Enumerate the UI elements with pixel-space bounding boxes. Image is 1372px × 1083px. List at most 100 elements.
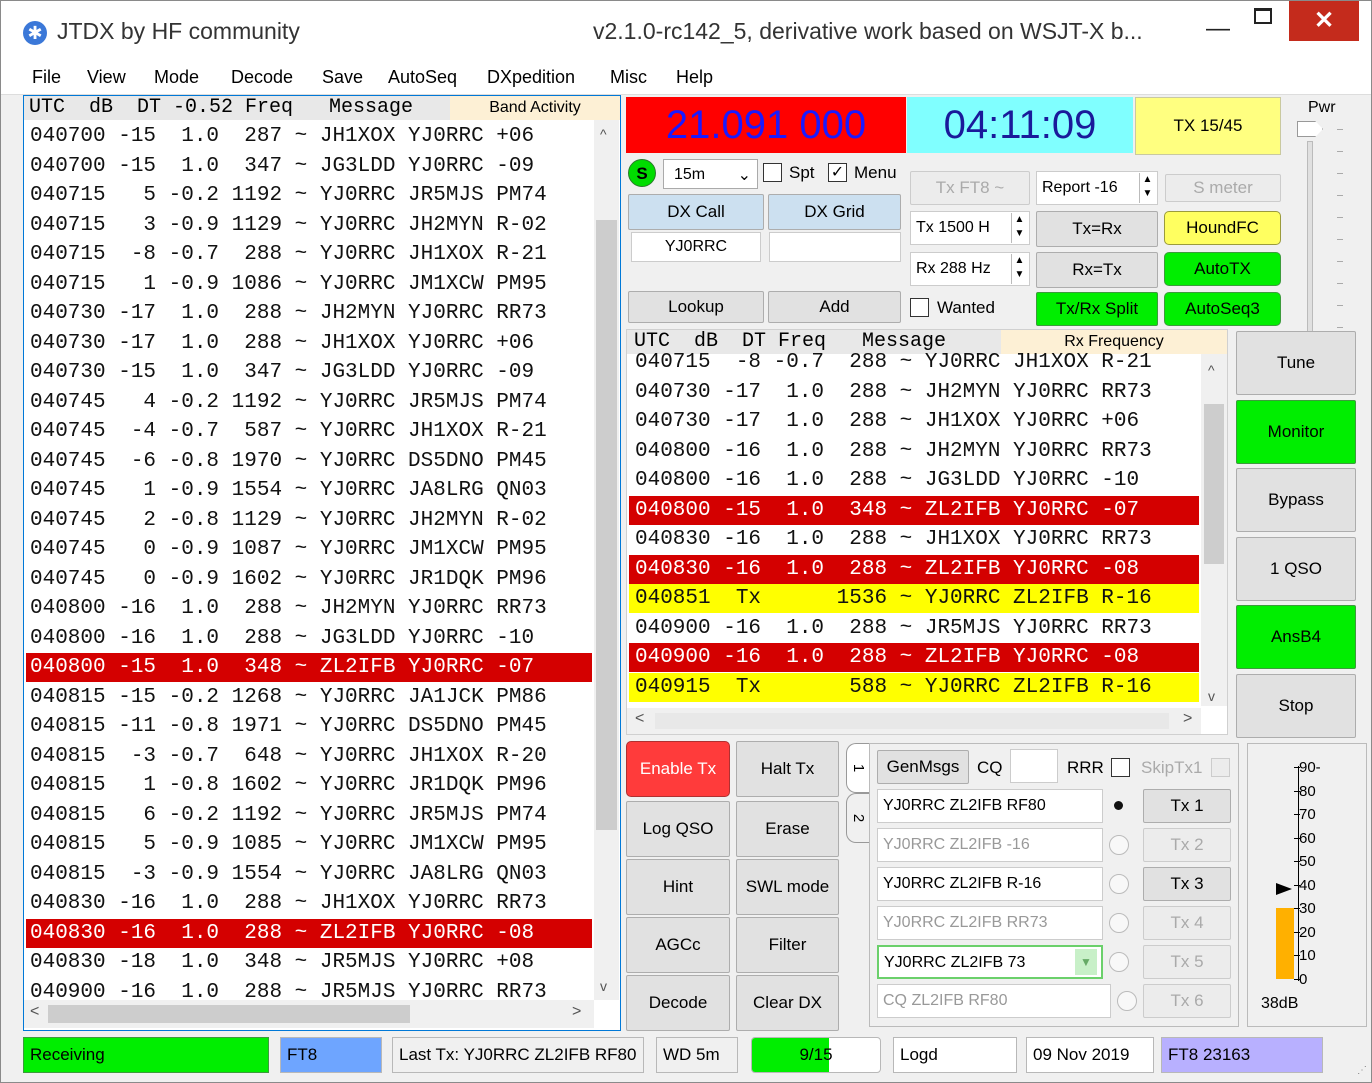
decode-button[interactable]: Decode: [626, 975, 730, 1031]
tx-6-button[interactable]: Tx 6: [1143, 984, 1231, 1018]
dx-call-input[interactable]: YJ0RRC: [631, 232, 761, 262]
tx-2-button[interactable]: Tx 2: [1143, 828, 1231, 862]
rx-frequency-row[interactable]: 040800 -16 1.0 288 ~ JH2MYN YJ0RRC RR73: [629, 437, 1199, 466]
menu-misc[interactable]: Misc: [610, 67, 647, 88]
spinbox-arrows-icon[interactable]: ▲ ▼: [1011, 254, 1027, 284]
rx-frequency-hscroll-thumb[interactable]: [655, 713, 1169, 729]
band-activity-row[interactable]: 040815 -3 -0.9 1554 ~ YJ0RRC JA8LRG QN03: [26, 860, 592, 889]
tune-button[interactable]: Tune: [1236, 331, 1356, 395]
agcc-button[interactable]: AGCc: [626, 917, 730, 973]
one-qso-button[interactable]: 1 QSO: [1236, 536, 1356, 601]
band-activity-row[interactable]: 040815 6 -0.2 1192 ~ YJ0RRC JR5MJS PM74: [26, 801, 592, 830]
band-activity-row[interactable]: 040800 -15 1.0 348 ~ ZL2IFB YJ0RRC -07: [26, 653, 592, 682]
band-activity-row[interactable]: 040830 -16 1.0 288 ~ JH1XOX YJ0RRC RR73: [26, 889, 592, 918]
spt-checkbox[interactable]: [763, 163, 782, 182]
scroll-right-icon[interactable]: >: [572, 1003, 581, 1021]
report-spinbox[interactable]: Report -16 ▲ ▼: [1036, 171, 1158, 205]
scroll-left-icon[interactable]: <: [30, 1003, 39, 1021]
menu-decode[interactable]: Decode: [231, 67, 293, 88]
enable-tx-button[interactable]: Enable Tx: [626, 741, 730, 797]
bypass-button[interactable]: Bypass: [1236, 468, 1356, 532]
spinbox-arrows-icon[interactable]: ▲ ▼: [1139, 173, 1155, 203]
rrr-checkbox[interactable]: [1111, 758, 1130, 777]
band-activity-row[interactable]: 040745 -6 -0.8 1970 ~ YJ0RRC DS5DNO PM45: [26, 447, 592, 476]
band-activity-scrollbar[interactable]: ^ v: [594, 120, 619, 1000]
maximize-icon[interactable]: [1254, 8, 1272, 24]
band-activity-row[interactable]: 040815 1 -0.8 1602 ~ YJ0RRC JR1DQK PM96: [26, 771, 592, 800]
menu-dxpedition[interactable]: DXpedition: [487, 67, 575, 88]
rx-frequency-row[interactable]: 040830 -16 1.0 288 ~ ZL2IFB YJ0RRC -08: [629, 554, 1199, 584]
band-activity-row[interactable]: 040730 -17 1.0 288 ~ JH1XOX YJ0RRC +06: [26, 329, 592, 358]
tx-message-1-radio[interactable]: [1114, 801, 1123, 810]
pwr-slider-track[interactable]: [1307, 141, 1313, 341]
auto-tx-button[interactable]: AutoTX: [1164, 252, 1281, 286]
pwr-slider-handle[interactable]: [1297, 121, 1323, 137]
band-activity-row[interactable]: 040745 0 -0.9 1602 ~ YJ0RRC JR1DQK PM96: [26, 565, 592, 594]
band-activity-row[interactable]: 040730 -15 1.0 347 ~ JG3LDD YJ0RRC -09: [26, 358, 592, 387]
band-select[interactable]: 15m ⌄: [663, 159, 758, 189]
swl-mode-button[interactable]: SWL mode: [736, 859, 839, 915]
tx-message-4-input[interactable]: YJ0RRC ZL2IFB RR73: [877, 906, 1103, 940]
band-activity-row[interactable]: 040830 -16 1.0 288 ~ ZL2IFB YJ0RRC -08: [26, 918, 592, 948]
band-activity-row[interactable]: 040715 3 -0.9 1129 ~ YJ0RRC JH2MYN R-02: [26, 211, 592, 240]
tx-eq-rx-button[interactable]: Tx=Rx: [1036, 211, 1158, 247]
tx-message-2-radio[interactable]: [1109, 835, 1129, 855]
menu-autoseq[interactable]: AutoSeq: [388, 67, 457, 88]
rx-eq-tx-button[interactable]: Rx=Tx: [1036, 252, 1158, 288]
rx-frequency-row[interactable]: 040830 -16 1.0 288 ~ JH1XOX YJ0RRC RR73: [629, 525, 1199, 554]
tx-message-3-radio[interactable]: [1109, 874, 1129, 894]
menu-save[interactable]: Save: [322, 67, 363, 88]
clear-dx-button[interactable]: Clear DX: [736, 975, 839, 1031]
menu-checkbox[interactable]: ✓: [828, 163, 847, 182]
dx-grid-input[interactable]: [769, 232, 901, 262]
rx-frequency-row[interactable]: 040715 -8 -0.7 288 ~ YJ0RRC JH1XOX R-21: [629, 348, 1199, 377]
scroll-right-icon[interactable]: >: [1183, 710, 1192, 728]
close-icon[interactable]: ✕: [1289, 1, 1359, 41]
band-activity-row[interactable]: 040700 -15 1.0 347 ~ JG3LDD YJ0RRC -09: [26, 152, 592, 181]
band-activity-row[interactable]: 040745 -4 -0.7 587 ~ YJ0RRC JH1XOX R-21: [26, 417, 592, 446]
tx-message-2-input[interactable]: YJ0RRC ZL2IFB -16: [877, 828, 1103, 862]
filter-button[interactable]: Filter: [736, 917, 839, 973]
monitor-button[interactable]: Monitor: [1236, 399, 1356, 464]
band-activity-row[interactable]: 040715 5 -0.2 1192 ~ YJ0RRC JR5MJS PM74: [26, 181, 592, 210]
menu-mode[interactable]: Mode: [154, 67, 199, 88]
lookup-button[interactable]: Lookup: [628, 291, 764, 323]
rx-frequency-scrollbar[interactable]: ^ v: [1201, 354, 1227, 706]
minimize-icon[interactable]: —: [1206, 15, 1230, 43]
band-activity-row[interactable]: 040745 4 -0.2 1192 ~ YJ0RRC JR5MJS PM74: [26, 388, 592, 417]
band-activity-row[interactable]: 040815 -15 -0.2 1268 ~ YJ0RRC JA1JCK PM8…: [26, 683, 592, 712]
erase-button[interactable]: Erase: [736, 801, 839, 857]
resize-grip-icon[interactable]: ⋰: [1357, 1065, 1367, 1076]
scroll-down-icon[interactable]: v: [600, 978, 607, 994]
tab-2[interactable]: 2: [846, 793, 870, 843]
hound-fc-button[interactable]: HoundFC: [1164, 211, 1281, 245]
tx-message-1-input[interactable]: YJ0RRC ZL2IFB RF80: [877, 789, 1103, 823]
skip-tx1-checkbox[interactable]: [1211, 758, 1230, 777]
tx-3-button[interactable]: Tx 3: [1143, 867, 1231, 901]
band-activity-hscroll-thumb[interactable]: [48, 1005, 410, 1023]
band-activity-row[interactable]: 040745 1 -0.9 1554 ~ YJ0RRC JA8LRG QN03: [26, 476, 592, 505]
tx-ft8-button[interactable]: Tx FT8 ~: [910, 171, 1030, 205]
band-activity-row[interactable]: 040745 0 -0.9 1087 ~ YJ0RRC JM1XCW PM95: [26, 535, 592, 564]
spinbox-arrows-icon[interactable]: ▲ ▼: [1011, 213, 1027, 243]
chevron-down-icon[interactable]: ▼: [1075, 949, 1097, 975]
scroll-left-icon[interactable]: <: [635, 710, 644, 728]
log-qso-button[interactable]: Log QSO: [626, 801, 730, 857]
stop-button[interactable]: Stop: [1236, 673, 1356, 738]
band-activity-hscrollbar[interactable]: < >: [24, 1000, 594, 1028]
rx-frequency-row[interactable]: 040851 Tx 1536 ~ YJ0RRC ZL2IFB R-16: [629, 584, 1199, 613]
tx-message-5-radio[interactable]: [1109, 952, 1129, 972]
ansb4-button[interactable]: AnsB4: [1236, 605, 1356, 669]
add-button[interactable]: Add: [768, 291, 901, 323]
cq-input[interactable]: [1010, 749, 1058, 783]
rx-frequency-scroll-thumb[interactable]: [1204, 404, 1224, 564]
tx-frequency-spinbox[interactable]: Tx 1500 H ▲ ▼: [910, 211, 1030, 245]
rx-frequency-row[interactable]: 040800 -16 1.0 288 ~ JG3LDD YJ0RRC -10: [629, 466, 1199, 495]
tx-4-button[interactable]: Tx 4: [1143, 906, 1231, 940]
tx-5-button[interactable]: Tx 5: [1143, 945, 1231, 979]
band-activity-row[interactable]: 040815 5 -0.9 1085 ~ YJ0RRC JM1XCW PM95: [26, 830, 592, 859]
halt-tx-button[interactable]: Halt Tx: [736, 741, 839, 797]
tx-rx-split-button[interactable]: Tx/Rx Split: [1036, 292, 1158, 326]
tx-message-4-radio[interactable]: [1109, 913, 1129, 933]
rx-frequency-panel[interactable]: UTC dB DT Freq Message Rx Frequency 0407…: [626, 329, 1228, 735]
